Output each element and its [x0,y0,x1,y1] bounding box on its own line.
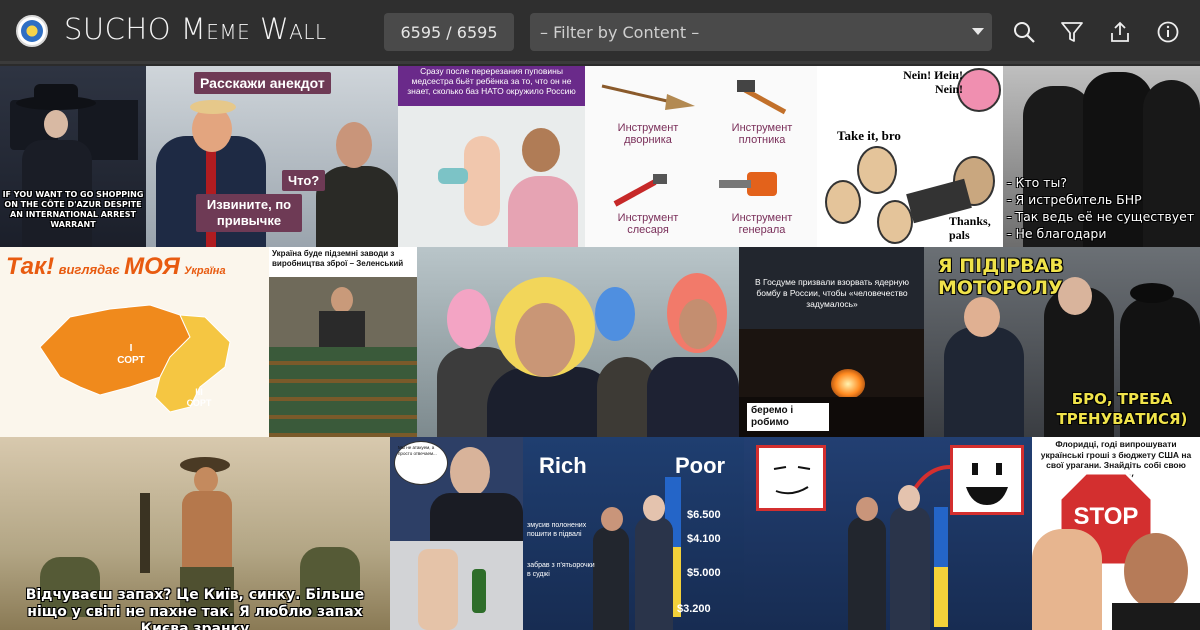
broom-icon [601,84,695,110]
meme-caption: Thanks, pals [949,214,991,242]
price-label: $6.500 [687,509,721,521]
meme-tile[interactable]: - Кто ты? - Я истребитель БНР - Так ведь… [1003,66,1200,247]
meme-title: Україна [184,265,226,277]
chainsaw-icon [719,172,777,196]
meme-counter: 6595 / 6595 [384,13,514,51]
speech-bubble: Мы не атакуем, а просто отвечаем... [398,445,437,456]
filter-icon[interactable] [1060,20,1084,44]
meme-tile[interactable]: Мы не атакуем, а просто отвечаем... [390,437,523,630]
meme-caption: БРО, ТРЕБА ТРЕНУВАТИСЯ) [1056,390,1188,428]
map-label: I СОРТ [117,343,145,366]
meme-caption: IF YOU WANT TO GO SHOPPING ON THE CÔTE D… [2,190,144,229]
map-label: III СОРТ [186,387,212,408]
hammer-icon [737,80,787,115]
price-label: $3.200 [677,603,711,615]
roblox-grin-icon [966,463,1008,505]
meme-caption: Я ПІДІРВАВ МОТОРОЛУ [938,255,1064,299]
tool-label: Инструмент плотника [731,122,793,146]
tool-label: Инструмент генерала [731,212,793,236]
search-icon[interactable] [1012,20,1036,44]
meme-tile[interactable]: IF YOU WANT TO GO SHOPPING ON THE CÔTE D… [0,66,146,247]
tool-label: Инструмент дворника [617,122,679,146]
meme-caption: Сразу после перерезания пуповины медсест… [407,66,576,96]
meme-caption: Take it, bro [837,128,901,143]
price-label: $5.000 [687,567,721,579]
meme-tile[interactable]: Відчуваєш запах? Це Київ, синку. Більше … [0,437,390,630]
meme-caption: Poor [675,453,726,478]
meme-tile[interactable]: Инструмент дворника Инструмент плотника … [585,66,817,247]
stop-sign-text: STOP [1073,503,1139,530]
meme-caption: - Кто ты? - Я истребитель БНР - Так ведь… [1007,175,1195,241]
tool-label: Инструмент слесаря [617,212,679,236]
app-title: SUCHO Meme Wall [64,12,327,46]
meme-tile[interactable] [744,437,1032,630]
content-filter-select[interactable]: – Filter by Content – [530,13,992,51]
meme-caption: Nein! Иeiн! Nein! [903,68,963,96]
meme-tile[interactable]: Я ПІДІРВАВ МОТОРОЛУ БРО, ТРЕБА ТРЕНУВАТИ… [924,247,1200,437]
share-icon[interactable] [1108,20,1132,44]
meme-caption: Rich [539,453,587,478]
channel-badge: беремо і робимо [747,403,829,431]
meme-caption: Відчуваєш запах? Це Київ, синку. Більше … [25,587,365,630]
sucho-logo[interactable] [16,15,48,47]
meme-caption: В Госдуме призвали взорвать ядерную бомб… [755,277,909,309]
meme-note: забрав з п'ятьорочки в суджі [527,562,595,578]
filter-placeholder: – Filter by Content – [540,22,700,42]
chevron-down-icon [972,28,984,35]
top-bar: SUCHO Meme Wall 6595 / 6595 – Filter by … [0,0,1200,64]
meme-title: Так! [6,253,55,280]
meme-title: МОЯ [124,253,180,280]
info-icon[interactable] [1156,20,1180,44]
meme-note: змусив полонених пошити в підвалі [527,522,587,538]
meme-tile[interactable]: Расскажи анекдот Что? Извините, по привы… [146,66,398,247]
meme-title: виглядає [58,262,120,277]
meme-tile[interactable]: Rich Poor $6.500 $4.100 $5.000 $3.200 зм… [523,437,744,630]
roblox-face-icon [773,466,811,495]
speech-bubble: Что? [282,170,326,191]
meme-tile[interactable]: В Госдуме призвали взорвать ядерную бомб… [739,247,924,437]
meme-tile[interactable] [417,247,739,437]
wrench-icon [613,174,667,207]
price-label: $4.100 [687,533,721,545]
meme-tile[interactable]: Флоридці, годі випрошувати українські гр… [1032,437,1200,630]
speech-bubble: Расскажи анекдот [194,72,331,94]
meme-tile[interactable]: Так! виглядає МОЯ Україна I СОРТ III СОР… [0,247,269,437]
speech-bubble: Извините, по привычке [196,194,302,232]
meme-caption: Україна буде підземні заводи з виробницт… [272,249,404,268]
meme-tile[interactable]: Україна буде підземні заводи з виробницт… [269,247,417,437]
meme-tile[interactable]: Сразу после перерезания пуповины медсест… [398,66,585,247]
meme-tile[interactable]: Nein! Иeiн! Nein! Take it, bro Thanks, p… [817,66,1003,247]
